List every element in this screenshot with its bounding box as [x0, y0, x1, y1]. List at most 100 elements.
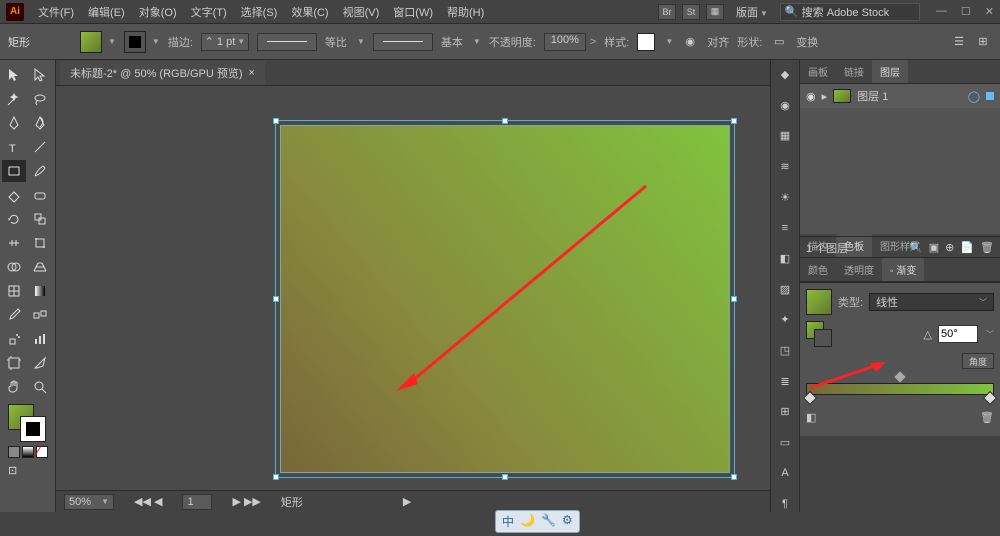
rectangle-tool[interactable]	[2, 160, 26, 182]
graph-tool[interactable]	[28, 328, 52, 350]
fill-stroke-indicator[interactable]	[8, 404, 46, 442]
layer-row[interactable]: ◉ ▸ 图层 1 ◯	[800, 84, 1000, 108]
dock-para-icon[interactable]: ¶	[776, 495, 794, 512]
symbol-sprayer-tool[interactable]	[2, 328, 26, 350]
graphic-style-swatch[interactable]	[637, 33, 655, 51]
workspace-switcher[interactable]: 版面▼	[730, 2, 774, 22]
screen-mode[interactable]: ⊡	[8, 464, 20, 476]
gradient-type-select[interactable]: 线性﹀	[869, 293, 994, 311]
menu-effect[interactable]: 效果(C)	[285, 2, 334, 22]
tab-color[interactable]: 颜色	[800, 258, 836, 281]
dock-transparency-icon[interactable]: ▨	[776, 281, 794, 298]
ime-tool-icon[interactable]: 🔧	[541, 513, 556, 530]
tab-transparency[interactable]: 透明度	[836, 258, 882, 281]
menu-object[interactable]: 对象(O)	[133, 2, 183, 22]
menu-file[interactable]: 文件(F)	[32, 2, 80, 22]
dock-brushes-icon[interactable]: ≋	[776, 158, 794, 175]
gradient-fill-stroke[interactable]	[806, 321, 832, 347]
selection-handle[interactable]	[731, 474, 737, 480]
selection-handle[interactable]	[731, 296, 737, 302]
gradient-preview[interactable]	[806, 289, 832, 315]
artboard-nav-next[interactable]: ▶ ▶▶	[232, 495, 260, 508]
menu-window[interactable]: 窗口(W)	[387, 2, 439, 22]
align-label[interactable]: 对齐	[707, 34, 729, 50]
type-tool[interactable]: T	[2, 136, 26, 158]
dock-assets-icon[interactable]: ⊞	[776, 403, 794, 420]
lasso-tool[interactable]	[28, 88, 52, 110]
gradient-midpoint[interactable]	[894, 371, 905, 382]
recolor-icon[interactable]: ◉	[681, 33, 699, 51]
dock-color-icon[interactable]: ◆	[776, 66, 794, 83]
eraser-tool[interactable]	[28, 184, 52, 206]
opacity-input[interactable]: 100%	[544, 33, 586, 51]
selection-handle[interactable]	[731, 118, 737, 124]
none-mode[interactable]: ⁄	[36, 446, 48, 458]
selection-handle[interactable]	[273, 296, 279, 302]
expand-icon[interactable]: ▸	[822, 90, 828, 103]
artboard-nav-prev[interactable]: ◀◀ ◀	[134, 495, 162, 508]
new-sublayer-icon[interactable]: ⊕	[945, 241, 954, 254]
selection-handle[interactable]	[273, 474, 279, 480]
bridge-button[interactable]: Br	[658, 4, 676, 20]
tab-layers[interactable]: 图层	[872, 60, 908, 83]
shape-label[interactable]: 形状:	[737, 34, 762, 50]
dock-appearance-icon[interactable]: ✦	[776, 311, 794, 328]
blend-tool[interactable]	[28, 304, 52, 326]
stroke-color[interactable]	[20, 416, 46, 442]
delete-stop-icon[interactable]: 🗑	[980, 411, 994, 424]
perspective-grid-tool[interactable]	[28, 256, 52, 278]
line-tool[interactable]	[28, 136, 52, 158]
ime-moon-icon[interactable]: 🌙	[520, 513, 535, 530]
free-transform-tool[interactable]	[28, 232, 52, 254]
ime-gear-icon[interactable]: ⚙	[562, 513, 573, 530]
gradient-mode[interactable]	[22, 446, 34, 458]
stroke-profile[interactable]	[257, 33, 317, 51]
ime-toolbar[interactable]: 中 🌙 🔧 ⚙	[495, 510, 580, 533]
transform-label[interactable]: 变换	[796, 34, 818, 50]
menu-view[interactable]: 视图(V)	[337, 2, 386, 22]
selection-tool[interactable]	[2, 64, 26, 86]
ime-lang-icon[interactable]: 中	[502, 513, 514, 530]
arrange-docs-button[interactable]: ▦	[706, 4, 724, 20]
new-layer-icon[interactable]: 📄	[960, 241, 974, 254]
stock-button[interactable]: St	[682, 4, 700, 20]
shape-icon[interactable]: ▭	[770, 33, 788, 51]
fill-swatch-control[interactable]: ▼	[80, 31, 116, 53]
stroke-swatch-control[interactable]: ▼	[124, 31, 160, 53]
dock-gradient-icon[interactable]: ◧	[776, 250, 794, 267]
layer-target-icon[interactable]: ◯	[968, 90, 980, 103]
dock-stroke-icon[interactable]: ≡	[776, 219, 794, 236]
visibility-toggle[interactable]: ◉	[806, 90, 816, 103]
stroke-swatch[interactable]	[124, 31, 146, 53]
artboard-tool[interactable]	[2, 352, 26, 374]
menu-edit[interactable]: 编辑(E)	[82, 2, 131, 22]
layer-name[interactable]: 图层 1	[857, 88, 888, 104]
eyedropper-tool[interactable]	[2, 304, 26, 326]
fill-swatch[interactable]	[80, 31, 102, 53]
artboard-index[interactable]: 1	[182, 494, 212, 510]
tab-close-icon[interactable]: ×	[249, 67, 255, 79]
zoom-level[interactable]: 50%▼	[64, 494, 114, 510]
gradient-ramp[interactable]	[806, 383, 994, 395]
tab-gradient[interactable]: ◦ 渐变	[882, 258, 924, 281]
shaper-tool[interactable]	[2, 184, 26, 206]
menu-type[interactable]: 文字(T)	[185, 2, 233, 22]
angle-button[interactable]: 角度	[962, 353, 994, 369]
window-maximize[interactable]: ☐	[961, 5, 971, 18]
gradient-angle-input[interactable]	[938, 325, 978, 343]
gradient-tool[interactable]	[28, 280, 52, 302]
menu-select[interactable]: 选择(S)	[235, 2, 284, 22]
selection-handle[interactable]	[502, 118, 508, 124]
color-mode[interactable]	[8, 446, 20, 458]
rotate-tool[interactable]	[2, 208, 26, 230]
width-tool[interactable]	[2, 232, 26, 254]
document-tab[interactable]: 未标题-2* @ 50% (RGB/GPU 预览) ×	[60, 61, 265, 85]
dock-char-icon[interactable]: A	[776, 465, 794, 482]
stroke-width-input[interactable]: ⌃ 1 pt▼	[201, 33, 249, 51]
stop-color-icon[interactable]: ◧	[806, 411, 816, 424]
brush-style[interactable]	[373, 33, 433, 51]
menu-help[interactable]: 帮助(H)	[441, 2, 490, 22]
direct-selection-tool[interactable]	[28, 64, 52, 86]
stock-search[interactable]: 🔍 搜索 Adobe Stock	[780, 3, 920, 21]
delete-layer-icon[interactable]: 🗑	[980, 241, 994, 254]
